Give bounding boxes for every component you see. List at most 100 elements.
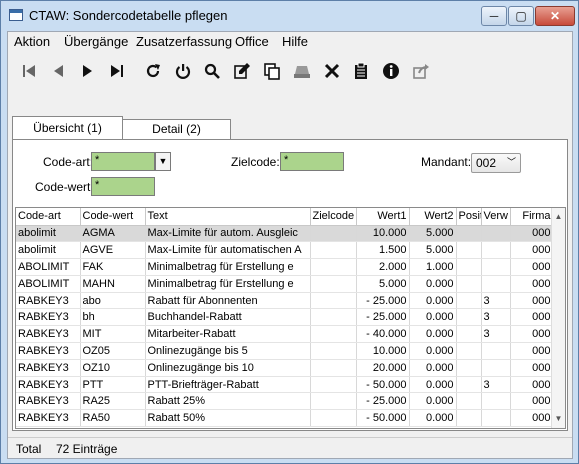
table-cell [456, 376, 482, 394]
column-header-wert1[interactable]: Wert1 [356, 208, 410, 226]
table-cell: AGVE [80, 241, 146, 260]
table-cell: 0.000 [409, 359, 457, 377]
table-cell [310, 392, 357, 411]
tab-detail[interactable]: Detail (2) [123, 119, 231, 140]
clipboard-icon[interactable] [350, 60, 372, 82]
delete-icon[interactable] [321, 60, 343, 82]
previous-record-icon[interactable] [48, 60, 70, 82]
table-cell: 10.000 [356, 342, 410, 360]
column-header-zielcode[interactable]: Zielcode [310, 208, 357, 226]
table-cell: 000 [510, 308, 554, 327]
table-cell: RABKEY3 [16, 292, 81, 310]
title-bar[interactable]: CTAW: Sondercodetabelle pflegen ─ ▢ ✕ [1, 1, 578, 31]
table-cell [481, 275, 511, 293]
table-cell [310, 292, 357, 310]
table-cell: RABKEY3 [16, 325, 81, 344]
search-icon[interactable] [201, 60, 223, 82]
close-button[interactable]: ✕ [535, 6, 575, 26]
table-cell: 000 [510, 292, 554, 310]
table-cell: Minimalbetrag für Erstellung e [145, 275, 311, 293]
maximize-button[interactable]: ▢ [508, 6, 534, 26]
code-art-field[interactable]: * [91, 152, 155, 171]
column-header-code-wert[interactable]: Code-wert [80, 208, 146, 226]
tab-uebersicht[interactable]: Übersicht (1) [12, 116, 123, 140]
table-row[interactable]: RABKEY3 RA25 Rabatt 25% - 25.000 0.000 000 [16, 392, 554, 411]
table-row[interactable]: ABOLIMIT MAHN Minimalbetrag für Erstellung… [16, 275, 554, 293]
table-cell [310, 225, 357, 243]
table-cell: 5.000 [409, 225, 457, 243]
table-cell [481, 258, 511, 276]
code-wert-field[interactable]: * [91, 177, 155, 196]
table-row[interactable]: abolimit AGVE Max-Limite für automatischen… [16, 241, 554, 260]
refresh-icon[interactable] [142, 60, 164, 82]
table-cell [481, 342, 511, 360]
table-cell [310, 409, 357, 428]
export-icon[interactable] [410, 60, 432, 82]
print-icon[interactable] [291, 60, 313, 82]
table-cell: Buchhandel-Rabatt [145, 308, 311, 327]
table-cell [456, 292, 482, 310]
last-record-icon[interactable] [106, 60, 128, 82]
table-cell: 3 [481, 376, 511, 394]
column-header-text[interactable]: Text [145, 208, 311, 226]
table-row[interactable]: ABOLIMIT FAK Minimalbetrag für Erstellung … [16, 258, 554, 276]
scroll-down-icon[interactable]: ▼ [552, 412, 565, 426]
first-record-icon[interactable] [18, 60, 40, 82]
table-cell: 000 [510, 342, 554, 360]
menu-zusatzerfassung[interactable]: Zusatzerfassung [136, 34, 232, 49]
table-cell: 0.000 [409, 409, 457, 428]
table-cell: 2.000 [356, 258, 410, 276]
column-header-wert2[interactable]: Wert2 [409, 208, 457, 226]
toolbar [8, 54, 572, 90]
tab-strip: Übersicht (1) Detail (2) [8, 116, 572, 140]
table-row[interactable]: RABKEY3 RA50 Rabatt 50% - 50.000 0.000 000 [16, 409, 554, 428]
data-grid: Code-art Code-wert Text Zielcode Wert1 W… [15, 207, 566, 429]
table-cell: 000 [510, 225, 554, 243]
table-row[interactable]: RABKEY3 bh Buchhandel-Rabatt - 25.000 0.000 3… [16, 308, 554, 327]
table-row[interactable]: RABKEY3 abo Rabatt für Abonnenten - 25.000 0… [16, 292, 554, 310]
table-cell: 1.500 [356, 241, 410, 260]
table-cell [310, 342, 357, 360]
table-cell: 3 [481, 292, 511, 310]
menu-office[interactable]: Office [235, 34, 269, 49]
next-record-icon[interactable] [76, 60, 98, 82]
table-cell [456, 308, 482, 327]
column-header-firma[interactable]: Firma [510, 208, 554, 226]
power-icon[interactable] [172, 60, 194, 82]
table-cell: Max-Limite für automatischen A [145, 241, 311, 260]
column-header-code-art[interactable]: Code-art [16, 208, 81, 226]
zielcode-field[interactable]: * [280, 152, 344, 171]
table-cell: - 50.000 [356, 376, 410, 394]
menu-uebergaenge[interactable]: Übergänge [64, 34, 128, 49]
table-cell: - 25.000 [356, 392, 410, 411]
copy-icon[interactable] [261, 60, 283, 82]
table-cell: ABOLIMIT [16, 258, 81, 276]
table-row[interactable]: RABKEY3 PTT PTT-Briefträger-Rabatt - 50.000… [16, 376, 554, 394]
mandant-select[interactable]: 002 ﹀ [471, 153, 521, 173]
code-art-dropdown-button[interactable]: ▼ [155, 152, 171, 171]
scroll-up-icon[interactable]: ▲ [552, 210, 565, 224]
menu-hilfe[interactable]: Hilfe [282, 34, 308, 49]
table-cell: RABKEY3 [16, 409, 81, 428]
table-row[interactable]: RABKEY3 OZ10 Onlinezugänge bis 10 20.000 0.0… [16, 359, 554, 377]
menu-aktion[interactable]: Aktion [14, 34, 50, 49]
table-cell [310, 308, 357, 327]
table-row[interactable]: abolimit AGMA Max-Limite für autom. Ausgle… [16, 225, 554, 243]
table-cell: 0.000 [409, 325, 457, 344]
column-header-verw[interactable]: Verw [481, 208, 511, 226]
table-cell: 0.000 [409, 376, 457, 394]
table-cell [481, 392, 511, 411]
table-cell [310, 241, 357, 260]
vertical-scrollbar[interactable]: ▲ ▼ [551, 208, 565, 428]
table-row[interactable]: RABKEY3 MIT Mitarbeiter-Rabatt - 40.000 0.00… [16, 325, 554, 344]
status-bar: Total 72 Einträge [8, 437, 572, 458]
edit-icon[interactable] [231, 60, 253, 82]
table-row[interactable]: RABKEY3 OZ05 Onlinezugänge bis 5 10.000 0.00… [16, 342, 554, 360]
table-cell: OZ10 [80, 359, 146, 377]
column-header-posit[interactable]: Posit [456, 208, 482, 226]
minimize-button[interactable]: ─ [481, 6, 507, 26]
info-icon[interactable] [380, 60, 402, 82]
table-cell: Rabatt 25% [145, 392, 311, 411]
table-cell: ABOLIMIT [16, 275, 81, 293]
table-cell: 0.000 [409, 392, 457, 411]
